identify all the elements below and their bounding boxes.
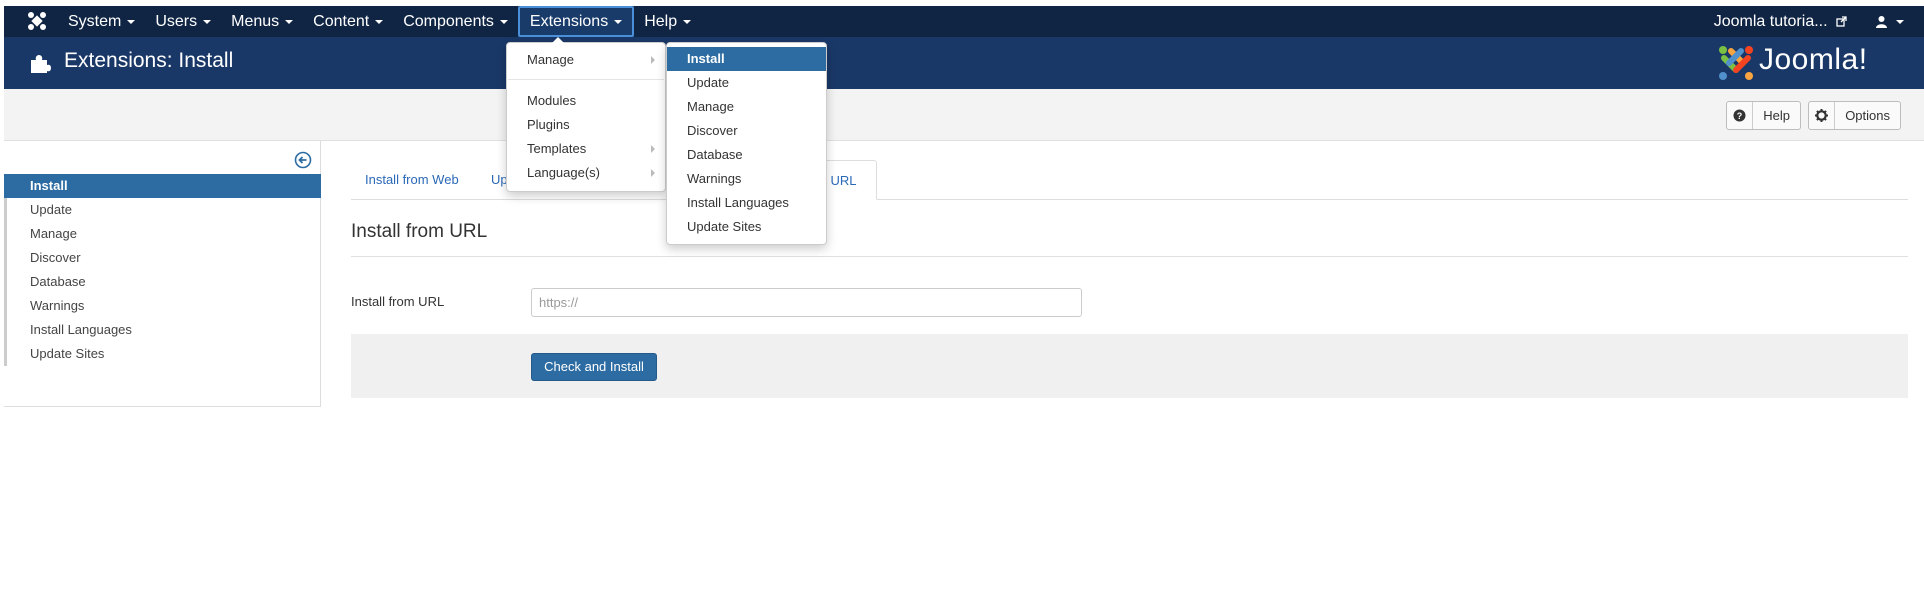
url-field-label: Install from URL [351, 294, 445, 309]
submenu-item-manage[interactable]: Manage [667, 95, 826, 119]
menu-menus[interactable]: Menus [221, 6, 303, 37]
menu-help-label: Help [644, 13, 678, 30]
menu-system-label: System [68, 13, 122, 30]
menu-extensions-label: Extensions [529, 13, 609, 30]
caret-down-icon [1896, 19, 1904, 24]
question-icon: ? [1727, 102, 1754, 129]
menu-components[interactable]: Components [393, 6, 518, 37]
user-icon [1876, 16, 1887, 28]
caret-down-icon [375, 19, 384, 24]
submenu-item-install-languages[interactable]: Install Languages [667, 191, 826, 215]
menu-system[interactable]: System [58, 6, 145, 37]
main-menu: System Users Menus Content Components Ex… [58, 6, 701, 37]
admin-page: System Users Menus Content Components Ex… [4, 6, 1924, 612]
menu-item-languages-label: Language(s) [527, 165, 600, 180]
gear-icon [1809, 102, 1836, 129]
check-and-install-button[interactable]: Check and Install [531, 353, 657, 381]
sidebar-item-manage[interactable]: Manage [4, 222, 321, 246]
options-label: Options [1845, 108, 1890, 123]
menu-item-manage-label: Manage [527, 52, 574, 67]
joomla-brand-icon [1719, 46, 1753, 80]
puzzle-icon [29, 52, 51, 74]
caret-down-icon [285, 19, 294, 24]
menu-item-templates[interactable]: Templates [507, 137, 665, 161]
toolbar: ? Help Options [4, 89, 1924, 141]
section-title: Install from URL [351, 221, 488, 242]
navbar-right: Joomla tutoria... [1714, 6, 1904, 37]
menu-users[interactable]: Users [145, 6, 221, 37]
help-button[interactable]: ? Help [1726, 101, 1801, 130]
sidebar-item-install[interactable]: Install [4, 174, 321, 198]
options-button[interactable]: Options [1808, 101, 1901, 130]
install-url-input[interactable] [531, 288, 1082, 317]
menu-item-manage[interactable]: Manage [507, 48, 665, 72]
sidebar-list: Install Update Manage Discover Database … [4, 174, 321, 366]
brand-name: Joomla! [1759, 43, 1868, 76]
submenu-item-warnings[interactable]: Warnings [667, 167, 826, 191]
chevron-right-icon [651, 145, 655, 153]
sidebar-item-database[interactable]: Database [4, 270, 321, 294]
user-menu-button[interactable] [1875, 15, 1904, 28]
top-navbar: System Users Menus Content Components Ex… [4, 6, 1924, 37]
section-divider [351, 256, 1908, 257]
help-label: Help [1763, 108, 1790, 123]
menu-help[interactable]: Help [634, 6, 701, 37]
sidebar: Install Update Manage Discover Database … [4, 141, 321, 407]
sidebar-item-discover[interactable]: Discover [4, 246, 321, 270]
page-title: Extensions: Install [64, 49, 234, 72]
joomla-logo[interactable]: Joomla! [1717, 43, 1902, 83]
submenu-item-discover[interactable]: Discover [667, 119, 826, 143]
menu-content[interactable]: Content [303, 6, 393, 37]
menu-item-modules[interactable]: Modules [507, 89, 665, 113]
menu-menus-label: Menus [231, 13, 280, 30]
menu-users-label: Users [155, 13, 198, 30]
form-actions: Check and Install [351, 334, 1908, 398]
sidebar-item-warnings[interactable]: Warnings [4, 294, 321, 318]
menu-extensions[interactable]: Extensions [517, 6, 635, 37]
menu-item-plugins[interactable]: Plugins [507, 113, 665, 137]
caret-down-icon [127, 19, 136, 24]
submenu-item-update-sites[interactable]: Update Sites [667, 215, 826, 239]
site-preview-link[interactable]: Joomla tutoria... [1714, 13, 1847, 31]
sidebar-item-update[interactable]: Update [4, 198, 321, 222]
submenu-item-install[interactable]: Install [667, 47, 826, 71]
page-header: Extensions: Install Joomla! [4, 37, 1924, 89]
chevron-right-icon [651, 56, 655, 64]
menu-components-label: Components [403, 13, 494, 30]
arrow-left-circle-icon[interactable] [294, 151, 312, 169]
menu-item-languages[interactable]: Language(s) [507, 161, 665, 185]
manage-submenu: Install Update Manage Discover Database … [666, 42, 827, 245]
external-link-icon [1836, 16, 1847, 27]
svg-text:?: ? [1737, 111, 1743, 121]
caret-down-icon [683, 19, 692, 24]
caret-down-icon [614, 19, 623, 24]
sidebar-item-update-sites[interactable]: Update Sites [4, 342, 321, 366]
caret-down-icon [499, 19, 508, 24]
extensions-dropdown: Manage Modules Plugins Templates Languag… [506, 37, 666, 192]
sidebar-item-install-languages[interactable]: Install Languages [4, 318, 321, 342]
menu-content-label: Content [313, 13, 370, 30]
dropdown-caret [552, 37, 564, 43]
menu-item-templates-label: Templates [527, 141, 587, 156]
tab-install-from-web[interactable]: Install from Web [351, 160, 473, 200]
caret-down-icon [203, 19, 212, 24]
submenu-item-update[interactable]: Update [667, 71, 826, 95]
menu-divider [508, 79, 664, 80]
site-link-label: Joomla tutoria... [1713, 12, 1828, 30]
chevron-right-icon [651, 169, 655, 177]
submenu-item-database[interactable]: Database [667, 143, 826, 167]
joomla-icon[interactable] [26, 10, 48, 32]
